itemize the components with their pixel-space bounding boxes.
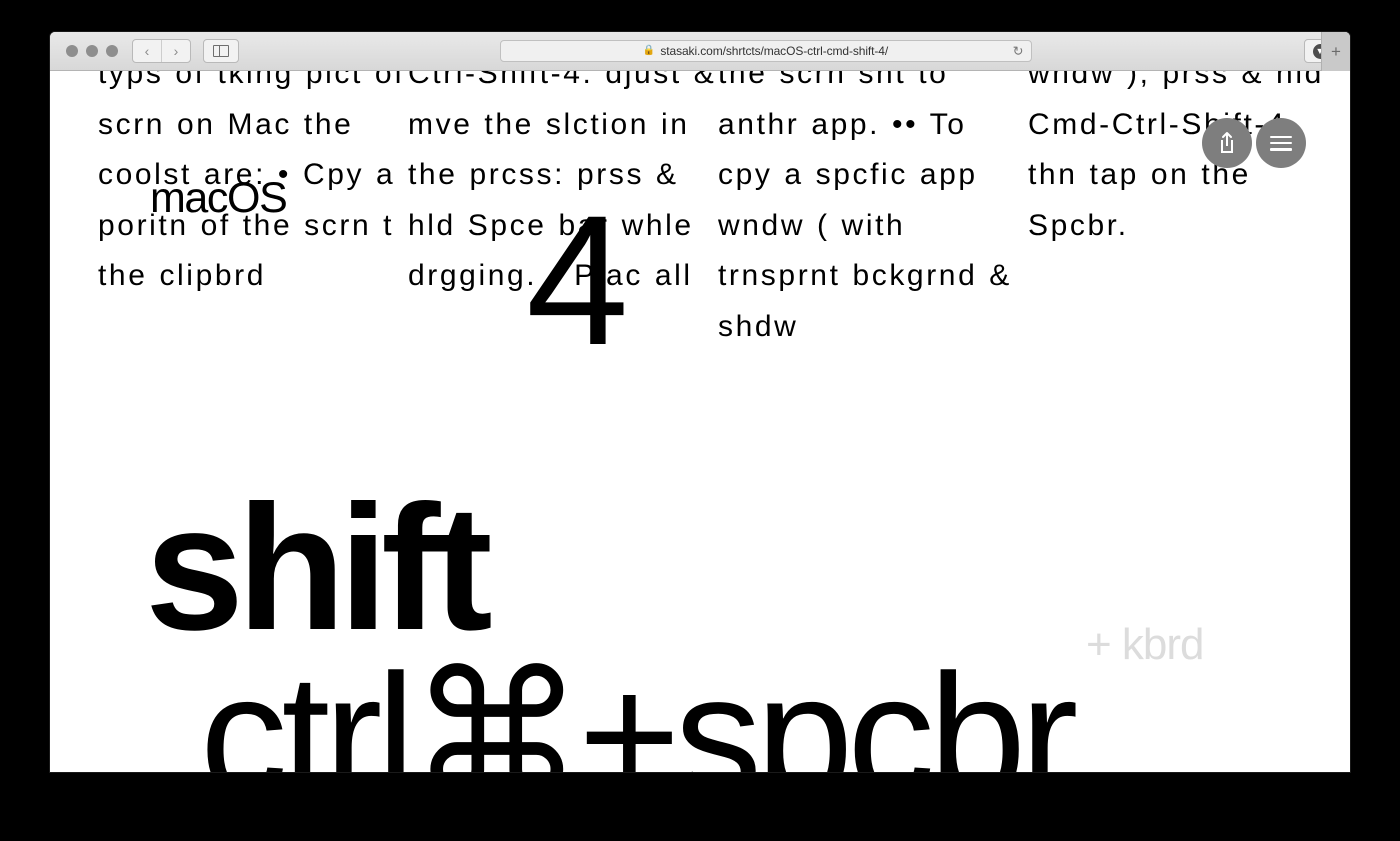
minimize-window-button[interactable]: [86, 45, 98, 57]
column-3-text: the scrn sht to anthr app. •• To cpy a s…: [718, 71, 1012, 343]
floating-action-buttons: [1202, 118, 1306, 168]
kbrd-overlay-label: + kbrd: [1086, 620, 1205, 669]
back-button[interactable]: ‹: [133, 40, 161, 62]
shortcut-overlay-label: ctrl⌘+spcbr: [200, 639, 1078, 772]
sidebar-toggle-button[interactable]: [203, 39, 239, 63]
sidebar-icon: [213, 45, 229, 57]
macos-overlay-label: macOS: [150, 174, 288, 222]
zoom-window-button[interactable]: [106, 45, 118, 57]
browser-toolbar: ‹ › 🔒 stasaki.com/shrtcts/macOS-ctrl-cmd…: [50, 32, 1350, 71]
text-column-3: the scrn sht to anthr app. •• To cpy a s…: [718, 71, 1028, 352]
new-tab-button[interactable]: +: [1321, 32, 1350, 71]
menu-button[interactable]: [1256, 118, 1306, 168]
lock-icon: 🔒: [642, 45, 656, 56]
address-bar-container: 🔒 stasaki.com/shrtcts/macOS-ctrl-cmd-shi…: [239, 40, 1292, 62]
forward-button[interactable]: ›: [161, 40, 190, 62]
four-overlay-label: 4: [526, 178, 629, 384]
share-icon: [1221, 132, 1233, 153]
share-button[interactable]: [1202, 118, 1252, 168]
desktop-background: ‹ › 🔒 stasaki.com/shrtcts/macOS-ctrl-cmd…: [0, 0, 1400, 841]
hamburger-icon: [1270, 135, 1292, 151]
navigation-buttons: ‹ ›: [132, 39, 191, 63]
close-window-button[interactable]: [66, 45, 78, 57]
web-page-content: typs of tking pict of scrn on Mac the co…: [50, 71, 1350, 772]
address-bar[interactable]: 🔒 stasaki.com/shrtcts/macOS-ctrl-cmd-shi…: [499, 40, 1032, 62]
url-text: stasaki.com/shrtcts/macOS-ctrl-cmd-shift…: [660, 44, 889, 58]
browser-window: ‹ › 🔒 stasaki.com/shrtcts/macOS-ctrl-cmd…: [50, 32, 1350, 772]
shift-overlay-label: shift: [145, 468, 493, 667]
text-column-4: wndw ), prss & hld Cmd-Ctrl-Shift-4, thn…: [1028, 71, 1338, 352]
window-controls: [66, 45, 118, 57]
reload-icon[interactable]: ↻: [1013, 45, 1024, 58]
